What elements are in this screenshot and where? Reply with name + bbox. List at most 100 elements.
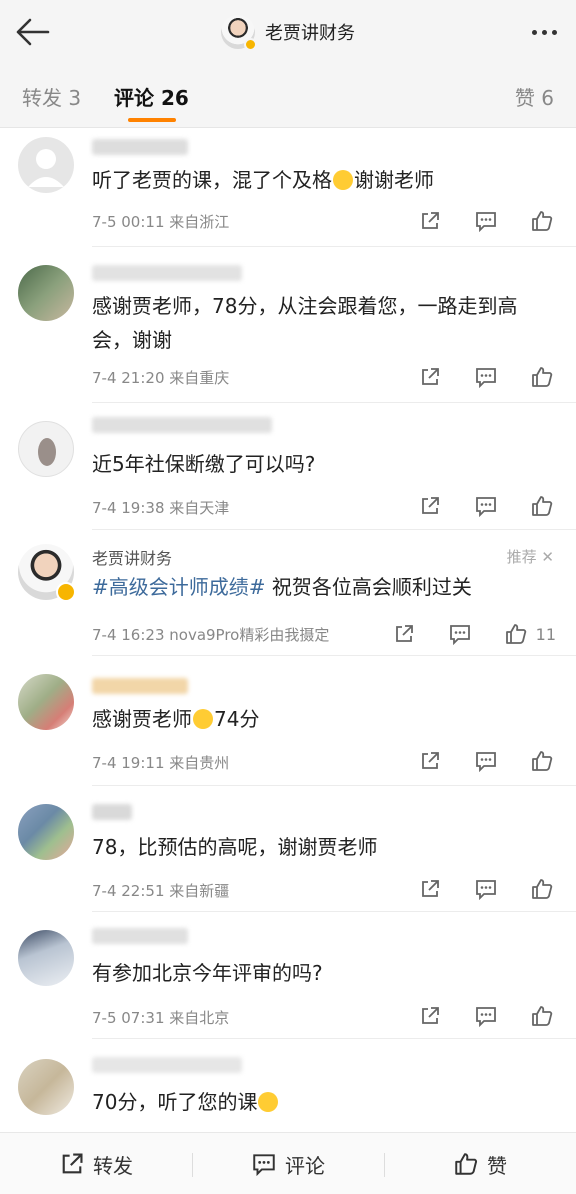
forward-button[interactable]: 转发	[0, 1133, 192, 1194]
username-blurred[interactable]	[92, 139, 188, 155]
avatar[interactable]	[18, 544, 76, 602]
comment-meta: 7-4 16:23 nova9Pro精彩由我摄定	[92, 626, 330, 644]
comment-text: 70分，听了您的课	[92, 1085, 556, 1119]
like-count: 11	[535, 624, 556, 644]
comment-text: 有参加北京今年评审的吗?	[92, 961, 323, 985]
avatar[interactable]	[18, 930, 74, 986]
comment-actions	[388, 875, 556, 903]
tab-like[interactable]: 赞 6	[515, 82, 554, 111]
reply-button[interactable]	[472, 207, 500, 235]
comment-item: 近5年社保断缴了可以吗? 7-4 19:38 来自天津	[0, 403, 576, 530]
more-button[interactable]	[526, 22, 562, 42]
tab-active-indicator	[128, 118, 176, 122]
tab-forward[interactable]: 转发 3	[22, 82, 81, 111]
recommend-label[interactable]: 推荐 ✕	[507, 546, 554, 567]
comment-icon	[476, 212, 496, 232]
avatar[interactable]	[18, 804, 74, 860]
avatar[interactable]	[18, 265, 74, 321]
avatar[interactable]	[18, 137, 74, 193]
comment-icon	[476, 880, 496, 900]
reply-button[interactable]	[472, 363, 500, 391]
bottom-action-bar: 转发 评论 赞	[0, 1132, 576, 1194]
like-button[interactable]	[528, 207, 556, 235]
share-button[interactable]	[416, 1002, 444, 1030]
comment-icon	[476, 497, 496, 517]
reply-button[interactable]	[472, 492, 500, 520]
share-button[interactable]	[416, 207, 444, 235]
username-blurred[interactable]	[92, 265, 242, 281]
comment-icon	[476, 1007, 496, 1027]
reply-button[interactable]	[472, 875, 500, 903]
like-icon	[532, 879, 553, 899]
grin-emoji-icon	[193, 709, 213, 729]
share-icon	[422, 368, 439, 385]
share-icon	[422, 497, 439, 514]
share-icon	[422, 880, 439, 897]
comment-actions	[388, 207, 556, 235]
like-icon	[532, 1006, 553, 1026]
username-blurred[interactable]	[92, 1057, 242, 1073]
share-button[interactable]	[416, 747, 444, 775]
close-icon[interactable]: ✕	[541, 548, 554, 566]
like-icon	[532, 367, 553, 387]
comment-meta: 7-4 21:20 来自重庆	[92, 369, 230, 387]
avatar[interactable]	[18, 674, 74, 730]
comment-item: 有参加北京今年评审的吗? 7-5 07:31 来自北京	[0, 912, 576, 1039]
hashtag-link[interactable]: #高级会计师成绩#	[92, 575, 266, 599]
comment-meta: 7-5 00:11 来自浙江	[92, 213, 230, 231]
avatar[interactable]	[18, 1059, 74, 1115]
like-icon	[505, 624, 526, 644]
comment-actions: 11	[362, 620, 556, 648]
tab-bar: 转发 3 评论 26 赞 6	[0, 64, 576, 128]
share-icon	[422, 752, 439, 769]
like-button[interactable]	[528, 875, 556, 903]
comment-button[interactable]: 评论	[192, 1133, 384, 1194]
comment-list[interactable]: 听了老贾的课，混了个及格 谢谢老师 7-5 00:11 来自浙江 感谢贾老师，78…	[0, 129, 576, 1132]
comment-icon	[476, 752, 496, 772]
share-icon	[395, 625, 413, 642]
comment-meta: 7-4 19:38 来自天津	[92, 499, 230, 517]
like-button[interactable]	[528, 363, 556, 391]
comment-item: 78，比预估的高呢，谢谢贾老师 7-4 22:51 来自新疆	[0, 786, 576, 912]
like-icon	[455, 1153, 478, 1175]
username-blurred[interactable]	[92, 928, 188, 944]
comment-meta: 7-4 22:51 来自新疆	[92, 882, 230, 900]
comment-item: 听了老贾的课，混了个及格 谢谢老师 7-5 00:11 来自浙江	[0, 129, 576, 247]
comment-text: 听了老贾的课，混了个及格 谢谢老师	[92, 168, 434, 192]
smile-emoji-icon	[258, 1092, 279, 1112]
share-button[interactable]	[416, 363, 444, 391]
username[interactable]: 老贾讲财务	[92, 545, 172, 569]
like-button[interactable]	[528, 747, 556, 775]
comment-text: #高级会计师成绩# 祝贺各位高会顺利过关	[92, 575, 472, 599]
like-icon	[532, 211, 553, 231]
share-button[interactable]	[416, 492, 444, 520]
author-avatar[interactable]	[221, 15, 257, 51]
reply-button[interactable]	[472, 747, 500, 775]
share-button[interactable]	[390, 620, 418, 648]
comment-icon	[476, 368, 496, 388]
comment-actions	[388, 363, 556, 391]
like-button[interactable]	[528, 1002, 556, 1030]
reply-button[interactable]	[472, 1002, 500, 1030]
username-blurred[interactable]	[92, 804, 132, 820]
avatar[interactable]	[18, 421, 74, 477]
comment-actions	[388, 1002, 556, 1030]
title-area[interactable]: 老贾讲财务	[0, 14, 576, 51]
like-button[interactable]	[502, 620, 530, 648]
share-button[interactable]	[416, 875, 444, 903]
comment-item: 感谢贾老师 74分 7-4 19:11 来自贵州	[0, 656, 576, 786]
like-button[interactable]	[528, 492, 556, 520]
username-blurred[interactable]	[92, 678, 188, 694]
comment-text: 感谢贾老师 74分	[92, 707, 260, 731]
tab-comment[interactable]: 评论 26	[114, 82, 189, 111]
reply-button[interactable]	[446, 620, 474, 648]
top-bar: 老贾讲财务	[0, 0, 576, 64]
like-icon	[532, 496, 553, 516]
comment-icon	[253, 1154, 275, 1176]
like-button[interactable]: 赞	[384, 1133, 576, 1194]
share-icon	[62, 1153, 83, 1174]
page-title: 老贾讲财务	[265, 23, 355, 44]
username-blurred[interactable]	[92, 417, 272, 433]
comment-meta: 7-5 07:31 来自北京	[92, 1009, 230, 1027]
comment-actions	[388, 492, 556, 520]
